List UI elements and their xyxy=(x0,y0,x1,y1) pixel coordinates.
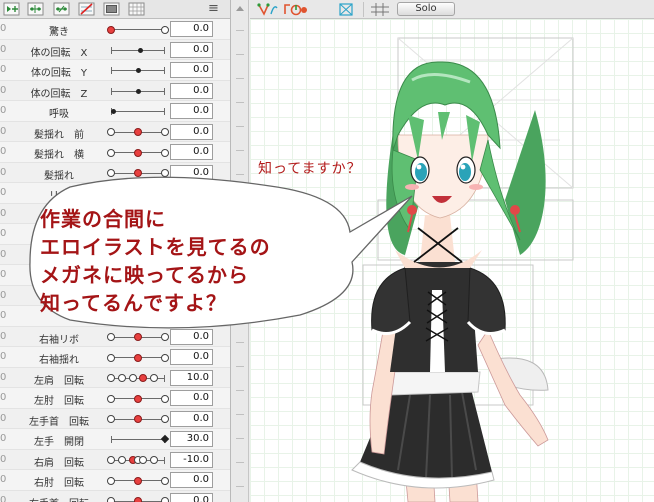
bubble-line-3: メガネに映ってるから xyxy=(40,263,249,287)
bubble-line-1: 作業の合間に xyxy=(40,207,166,231)
bubble-line-2: エロイラストを見てるの xyxy=(40,235,271,259)
bubble-line-4: 知ってるんですよ？ xyxy=(40,291,227,315)
caption-small: 知ってますか？ xyxy=(258,161,362,177)
